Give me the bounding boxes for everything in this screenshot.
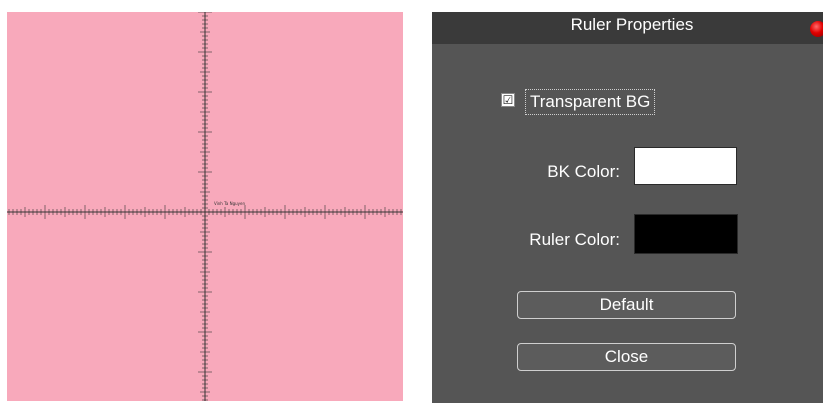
app-root: Vinh Ta Nguyen Ruler Properties ☑ Transp… [0,0,823,403]
ruler-color-label: Ruler Color: [529,230,620,249]
crosshair-ruler [7,12,403,401]
ruler-color-swatch[interactable] [634,214,738,254]
transparent-bg-label[interactable]: Transparent BG [525,89,656,115]
bk-color-label: BK Color: [547,162,620,181]
dialog-title: Ruler Properties [570,15,694,34]
bk-color-swatch[interactable] [634,147,737,185]
close-button[interactable]: Close [517,343,736,371]
close-icon[interactable] [810,21,823,37]
ruler-properties-dialog: Ruler Properties ☑ Transparent BG BK Col… [432,12,823,403]
transparent-bg-checkbox[interactable]: ☑ [501,93,515,107]
ruler-center-label: Vinh Ta Nguyen [214,201,246,206]
dialog-titlebar[interactable]: Ruler Properties [432,12,823,44]
default-button[interactable]: Default [517,291,736,319]
ruler-canvas: Vinh Ta Nguyen [7,12,403,401]
